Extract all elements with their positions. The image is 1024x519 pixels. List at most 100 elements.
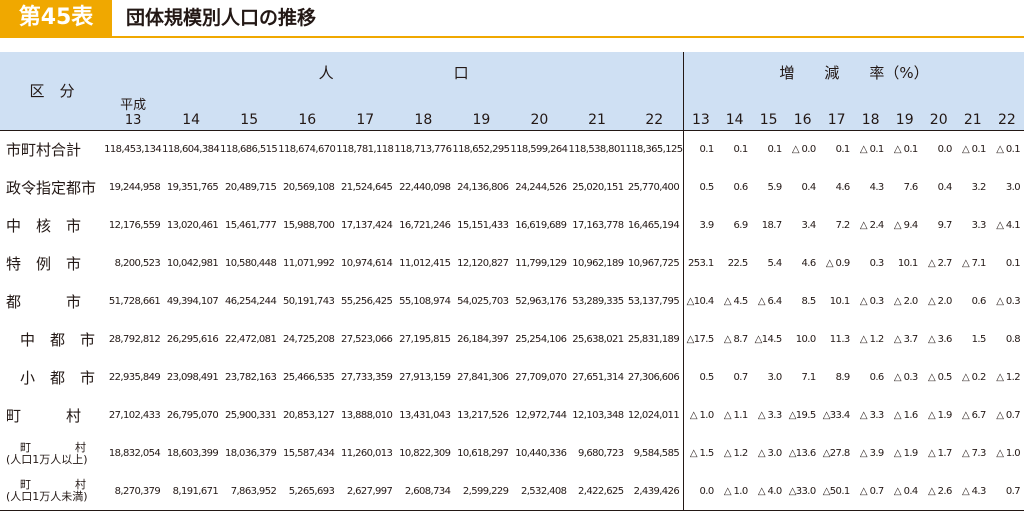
rate-cell: 0.6	[971, 296, 987, 307]
population-cell: 23,098,491	[166, 372, 219, 383]
population-cell: 25,831,189	[625, 320, 685, 359]
rate-cell: △ 0.1	[961, 144, 986, 156]
rate-cell: △ 3.9	[859, 448, 884, 459]
rate-cell: △ 2.7	[927, 258, 952, 269]
rate-year-header: 16	[785, 92, 820, 131]
rate-cell: △ 0.1	[893, 144, 918, 156]
population-cell: 13,217,526	[457, 410, 509, 421]
rate-cell: 0.3	[869, 258, 885, 269]
population-year-header: 平成 13	[104, 92, 163, 131]
population-cell: 2,608,734	[404, 485, 451, 497]
population-cell: 27,733,359	[341, 372, 393, 383]
rate-cell: △ 6.4	[757, 296, 782, 307]
table-row: 町 村 27,102,433 26,795,070 25,900,331 20,853,…	[0, 396, 1024, 435]
row-label: 小 都 市	[20, 369, 96, 387]
rate-year-header: 14	[717, 92, 752, 131]
rate-cell: 0.7	[1005, 485, 1021, 497]
rate-cell: 3.0	[767, 372, 783, 383]
population-group-header: 人 口	[104, 52, 685, 92]
population-cell: 118,538,801	[568, 144, 626, 156]
rate-cell: △ 1.2	[859, 334, 884, 345]
population-year-header: 19	[452, 92, 511, 131]
table-row: 都 市 51,728,661 49,394,107 46,254,244 50,191,…	[0, 282, 1024, 321]
rate-cell: 1.5	[971, 334, 987, 345]
population-year-header: 21	[568, 92, 626, 131]
population-cell: 9,680,723	[578, 448, 624, 459]
population-cell: 16,619,689	[515, 220, 567, 231]
population-cell: 118,453,134	[104, 144, 162, 156]
header-row-top: 区 分 人 口 増 減 率（%）	[0, 52, 1024, 131]
population-cell: 52,963,176	[515, 296, 567, 307]
population-cell: 25,466,535	[283, 372, 335, 383]
rate-cell: △ 2.0	[893, 296, 918, 307]
population-cell: 25,900,331	[224, 410, 277, 421]
population-year-header: 22	[625, 92, 685, 131]
population-cell: 17,163,778	[572, 220, 624, 231]
population-cell: 27,841,306	[457, 372, 509, 383]
rate-year-header: 22	[989, 92, 1024, 131]
population-cell: 50,191,743	[283, 296, 335, 307]
rate-cell: 0.6	[869, 372, 885, 383]
population-cell: 10,580,448	[224, 258, 277, 269]
population-cell: 2,422,625	[578, 485, 624, 497]
rate-cell: △10.4	[686, 296, 715, 307]
rate-cell: 10.0	[795, 334, 816, 345]
row-label-sub: (人口1万人以上)	[6, 452, 88, 466]
table-row: 中 都 市 28,792,812 26,295,616 22,472,081 24,72…	[0, 320, 1024, 359]
rate-cell: △ 2.6	[927, 485, 952, 497]
population-cell: 21,524,645	[341, 182, 393, 193]
rate-cell: △ 8.7	[723, 334, 748, 345]
rate-cell: △ 0.0	[791, 144, 816, 156]
population-cell: 22,472,081	[224, 334, 277, 345]
table-header: 第45表 団体規模別人口の推移	[0, 0, 1024, 38]
population-cell: 27,651,314	[572, 372, 624, 383]
rate-cell: △50.1	[822, 485, 851, 497]
rate-cell: 0.8	[1005, 334, 1021, 345]
rate-cell: 0.0	[937, 144, 953, 156]
population-cell: 10,974,614	[341, 258, 393, 269]
row-label: 中 都 市	[20, 331, 96, 349]
rate-cell: △ 2.4	[859, 220, 884, 231]
rate-cell: 5.9	[767, 182, 783, 193]
population-cell: 16,465,194	[625, 206, 685, 245]
rate-cell: △13.6	[788, 448, 817, 459]
population-cell: 5,265,693	[288, 485, 335, 497]
rate-cell: △27.8	[822, 448, 851, 459]
rate-cell: △19.5	[788, 410, 817, 421]
rate-cell: △ 4.3	[961, 485, 986, 497]
table-row: 町 村 (人口1万人未満) 8,270,379 8,191,671 7,863,952 5…	[0, 472, 1024, 511]
rate-cell: 0.5	[699, 182, 715, 193]
population-cell: 25,770,400	[625, 168, 685, 207]
population-cell: 2,439,426	[625, 472, 685, 511]
population-cell: 18,036,379	[224, 448, 277, 459]
population-cell: 26,795,070	[166, 410, 219, 421]
table-title: 団体規模別人口の推移	[126, 7, 317, 29]
rate-year-header: 18	[853, 92, 888, 131]
header-row-years: 平成 13 14 15 16 17 18 19 20 21 22 13 14 15 16 17 18 19 20 2…	[0, 92, 1024, 131]
rate-cell: △ 0.4	[893, 485, 918, 497]
population-cell: 25,254,106	[515, 334, 567, 345]
rate-cell: △ 7.1	[961, 258, 986, 269]
population-table: 区 分 人 口 増 減 率（%） 平成 13 14 15 16 17 18 19 20 21 22…	[0, 52, 1024, 511]
population-cell: 49,394,107	[166, 296, 219, 307]
rate-year-header: 17	[819, 92, 854, 131]
population-cell: 26,184,397	[457, 334, 509, 345]
rate-cell: △ 1.0	[996, 448, 1020, 459]
population-cell: 15,988,700	[283, 220, 335, 231]
rate-cell: △ 2.0	[927, 296, 952, 307]
table-row: 市町村合計 118,453,134 118,604,384 118,686,515 11…	[0, 130, 1024, 169]
rate-cell: 3.0	[1005, 182, 1021, 193]
rate-cell: △ 0.1	[996, 144, 1020, 156]
population-cell: 24,136,806	[457, 182, 509, 193]
row-label: 町 村	[6, 407, 82, 425]
rate-cell: △ 3.6	[927, 334, 952, 345]
table-row: 政令指定都市 19,244,958 19,351,765 20,489,715 20,5…	[0, 168, 1024, 207]
population-cell: 51,728,661	[108, 296, 161, 307]
population-cell: 15,461,777	[224, 220, 277, 231]
population-cell: 10,962,189	[572, 258, 624, 269]
population-cell: 8,270,379	[114, 485, 161, 497]
population-cell: 118,652,295	[452, 144, 510, 156]
population-year-header: 16	[278, 92, 337, 131]
rate-cell: 7.1	[801, 372, 817, 383]
rate-cell: △ 9.4	[893, 220, 918, 231]
